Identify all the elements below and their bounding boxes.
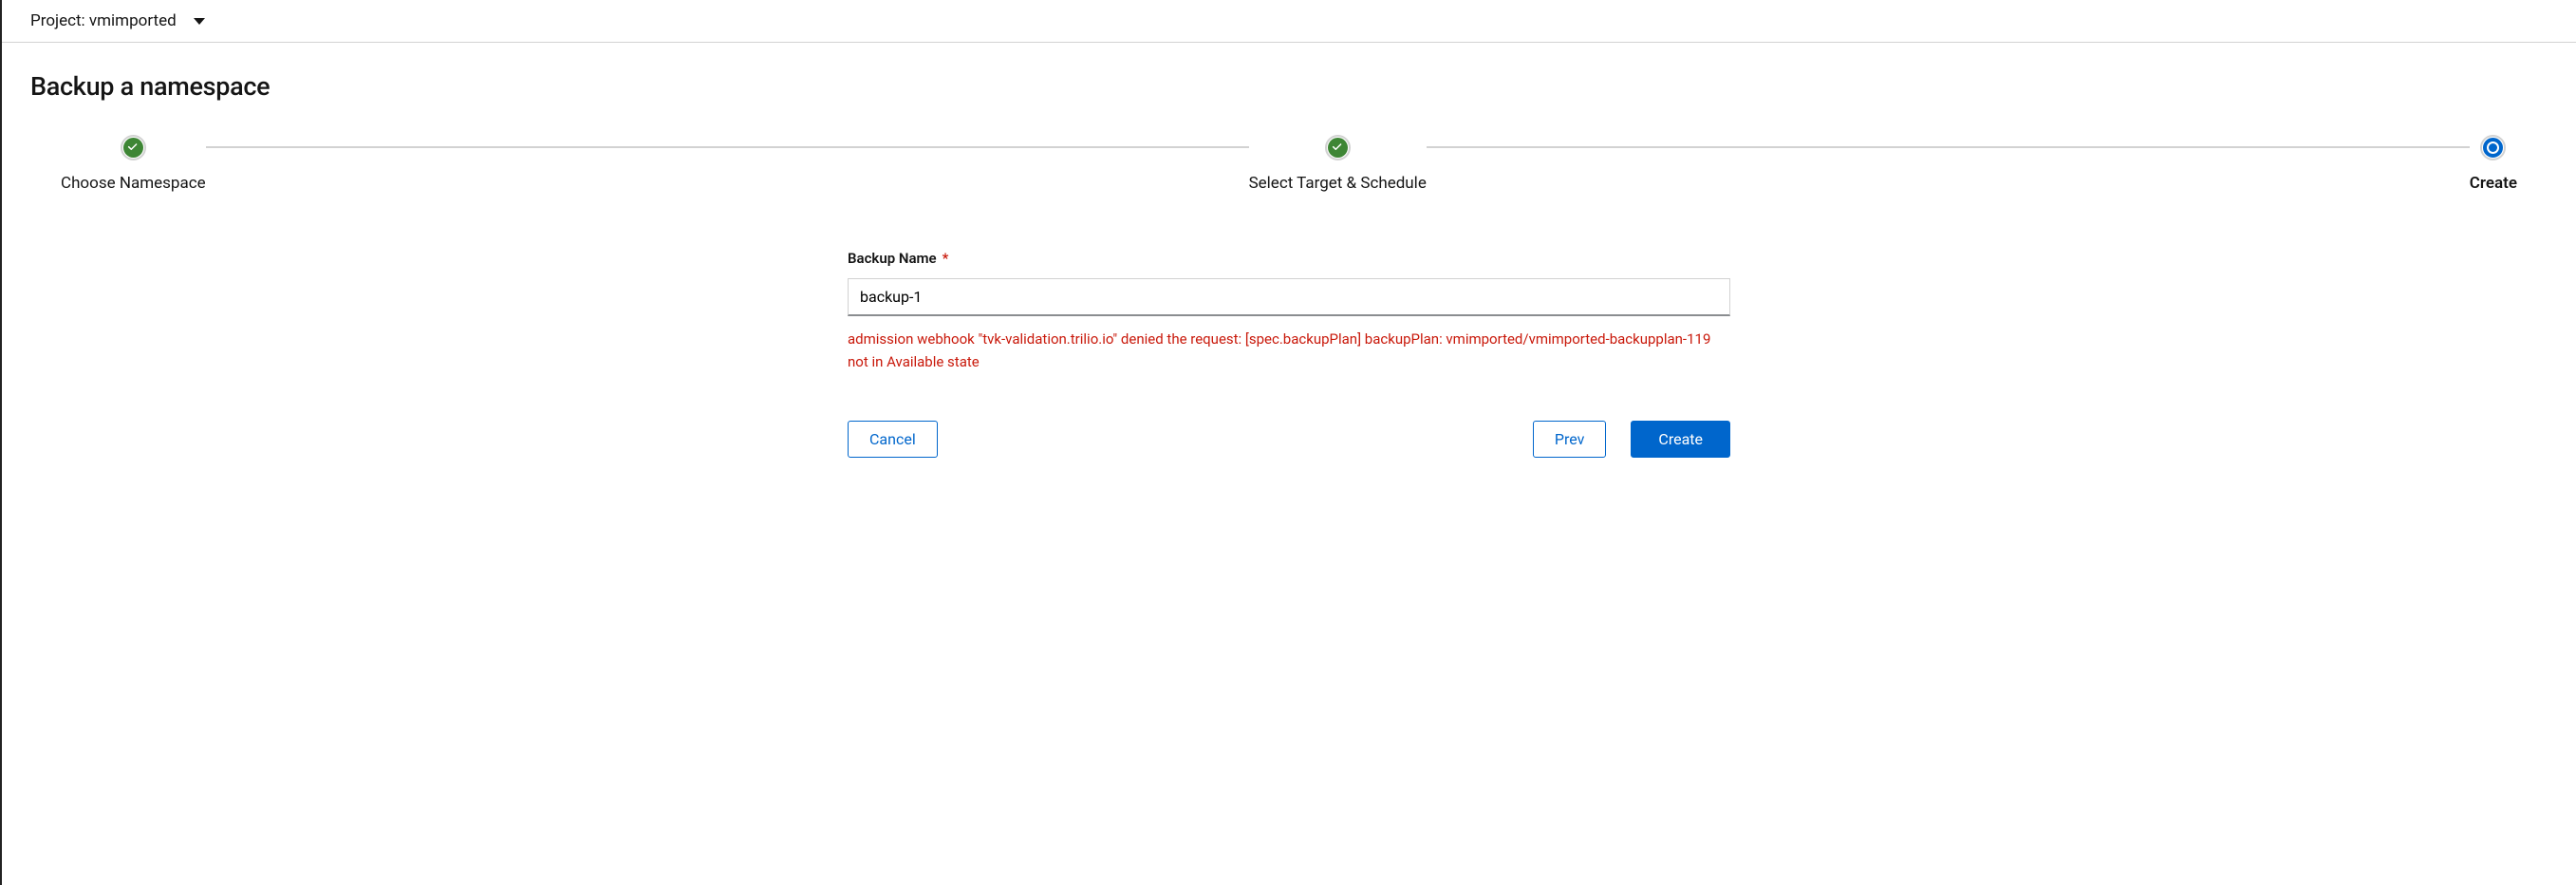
step-connector <box>1427 146 2470 148</box>
project-label: Project: <box>30 11 85 30</box>
project-value: vmimported <box>89 11 177 30</box>
wizard-stepper: Choose Namespace Select Target & Schedul… <box>30 135 2548 193</box>
project-selector[interactable]: Project: vmimported <box>2 0 2576 43</box>
step-create[interactable]: Create <box>2470 135 2517 193</box>
step-active-icon <box>2480 135 2506 160</box>
backup-name-label: Backup Name* <box>848 250 948 267</box>
validation-error-message: admission webhook "tvk-validation.trilio… <box>848 328 1730 373</box>
cancel-button[interactable]: Cancel <box>848 421 938 458</box>
chevron-down-icon <box>194 18 205 25</box>
prev-button[interactable]: Prev <box>1533 421 1607 458</box>
step-label: Choose Namespace <box>61 174 206 193</box>
step-select-target-schedule[interactable]: Select Target & Schedule <box>1249 135 1427 193</box>
backup-name-input[interactable] <box>848 278 1730 316</box>
step-label: Create <box>2470 174 2517 193</box>
step-label: Select Target & Schedule <box>1249 174 1427 193</box>
required-indicator: * <box>943 250 949 267</box>
step-choose-namespace[interactable]: Choose Namespace <box>61 135 206 193</box>
create-button[interactable]: Create <box>1631 421 1730 458</box>
page-title: Backup a namespace <box>30 71 2548 102</box>
step-connector <box>206 146 1249 148</box>
step-complete-icon <box>1325 135 1351 160</box>
step-complete-icon <box>121 135 146 160</box>
